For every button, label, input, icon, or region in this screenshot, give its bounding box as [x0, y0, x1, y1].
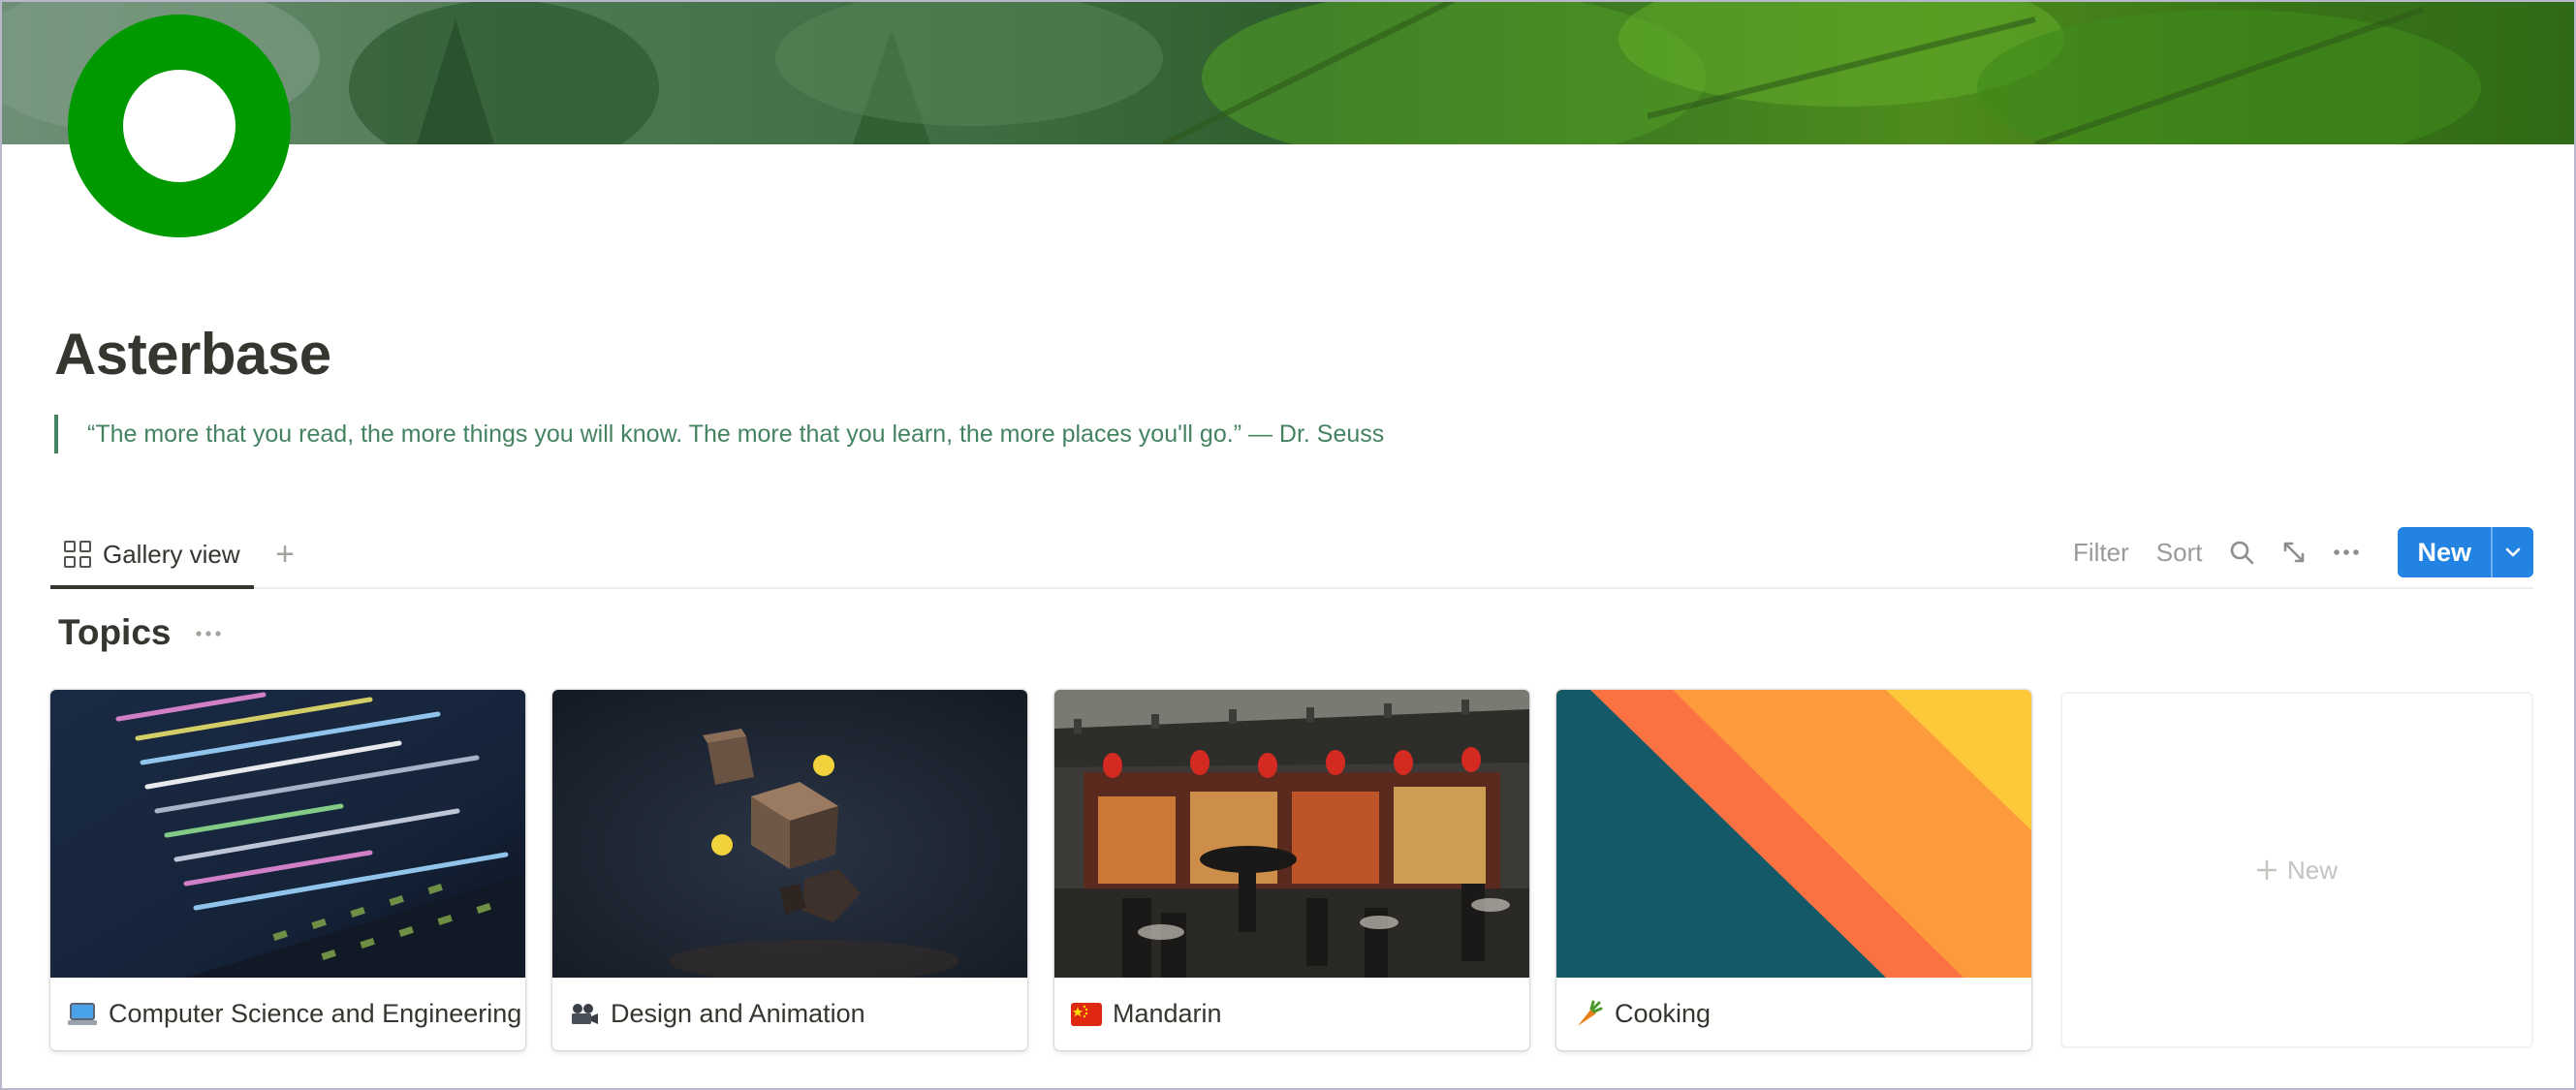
filter-button[interactable]: Filter: [2059, 538, 2143, 568]
card-cover-image: [1054, 690, 1529, 978]
page-title[interactable]: Asterbase: [54, 321, 331, 388]
new-card-label: New: [2286, 855, 2338, 885]
gallery-card[interactable]: Computer Science and Engineering: [50, 690, 525, 1050]
chevron-down-icon[interactable]: [2491, 527, 2533, 577]
china-flag-icon: [1070, 1000, 1103, 1029]
new-button-group: New: [2398, 527, 2533, 577]
laptop-icon: [66, 1000, 99, 1029]
gallery-card[interactable]: Design and Animation: [552, 690, 1027, 1050]
card-title-row[interactable]: Computer Science and Engineering: [50, 978, 525, 1050]
movie-camera-icon: [568, 1000, 601, 1029]
card-title-row[interactable]: Cooking: [1556, 978, 2031, 1050]
tab-gallery-view[interactable]: Gallery view: [50, 523, 254, 589]
new-button[interactable]: New: [2398, 527, 2491, 577]
new-card-button[interactable]: New: [2060, 692, 2533, 1048]
card-cover-image: [50, 690, 525, 978]
carrot-icon: [1572, 1000, 1605, 1029]
gallery-grid-icon: [64, 541, 91, 568]
more-options-icon[interactable]: [2320, 527, 2372, 577]
sort-button[interactable]: Sort: [2143, 538, 2216, 568]
search-icon[interactable]: [2215, 527, 2268, 577]
card-title-row[interactable]: Mandarin: [1054, 978, 1529, 1050]
section-more-icon[interactable]: [190, 617, 227, 650]
add-view-button[interactable]: +: [266, 535, 304, 574]
gallery-card[interactable]: Mandarin: [1054, 690, 1529, 1050]
expand-icon[interactable]: [2268, 527, 2320, 577]
page-quote[interactable]: “The more that you read, the more things…: [54, 415, 1384, 453]
card-cover-image: [1556, 690, 2031, 978]
card-title: Computer Science and Engineering: [109, 999, 522, 1028]
section-title[interactable]: Topics: [58, 612, 172, 653]
card-title: Mandarin: [1113, 999, 1222, 1028]
view-bar: Gallery view + Filter Sort New: [50, 523, 2533, 589]
gallery-card[interactable]: Cooking: [1556, 690, 2031, 1050]
page-cover[interactable]: [0, 0, 2576, 144]
tab-gallery-view-label: Gallery view: [103, 539, 240, 569]
card-title: Design and Animation: [611, 999, 865, 1028]
card-title: Cooking: [1615, 999, 1712, 1028]
view-toolbar: Filter Sort New: [2059, 527, 2533, 577]
green-ring-icon[interactable]: [68, 15, 291, 237]
card-title-row[interactable]: Design and Animation: [552, 978, 1027, 1050]
card-cover-image: [552, 690, 1027, 978]
plus-icon: [2256, 859, 2278, 881]
